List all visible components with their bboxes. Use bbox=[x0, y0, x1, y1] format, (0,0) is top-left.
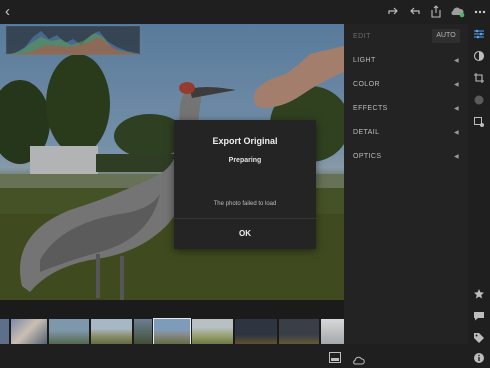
share-icon[interactable] bbox=[429, 5, 443, 18]
section-optics-label: OPTICS bbox=[353, 153, 382, 160]
section-optics[interactable]: OPTICS ◀ bbox=[353, 150, 465, 164]
chevron-left-icon: ◀ bbox=[453, 58, 459, 64]
thumbnail[interactable] bbox=[91, 319, 132, 347]
chevron-left-icon: ◀ bbox=[453, 154, 459, 160]
thumbnail[interactable] bbox=[321, 319, 344, 347]
filmstrip-toggle-icon[interactable] bbox=[329, 350, 341, 363]
sliders-icon[interactable] bbox=[473, 28, 485, 40]
back-chevron-icon[interactable]: ‹ bbox=[5, 3, 10, 21]
edit-panel: EDIT AUTO LIGHT ◀ COLOR ◀ EFFECTS ◀ DETA… bbox=[344, 24, 468, 344]
section-effects-label: EFFECTS bbox=[353, 105, 388, 112]
chevron-left-icon: ◀ bbox=[453, 130, 459, 136]
healing-icon[interactable] bbox=[473, 116, 485, 128]
tag-icon[interactable] bbox=[473, 332, 485, 344]
info-icon[interactable] bbox=[473, 352, 485, 364]
cloud-icon[interactable] bbox=[353, 352, 365, 365]
more-icon[interactable] bbox=[473, 5, 487, 18]
thumbnail[interactable] bbox=[235, 319, 277, 347]
section-light[interactable]: LIGHT ◀ bbox=[353, 54, 465, 68]
chevron-left-icon: ◀ bbox=[453, 82, 459, 88]
filmstrip bbox=[0, 300, 344, 348]
thumbnail[interactable] bbox=[134, 319, 152, 347]
comment-icon[interactable] bbox=[473, 310, 485, 322]
thumbnail[interactable] bbox=[11, 319, 47, 347]
selective-icon[interactable] bbox=[473, 94, 485, 106]
top-toolbar: ‹ bbox=[0, 0, 490, 24]
ok-button[interactable]: OK bbox=[174, 219, 316, 249]
section-detail[interactable]: DETAIL ◀ bbox=[353, 126, 465, 140]
star-icon[interactable] bbox=[473, 288, 485, 300]
right-icon-rail bbox=[468, 24, 490, 368]
section-light-label: LIGHT bbox=[353, 57, 376, 64]
dialog-title: Export Original bbox=[212, 136, 278, 146]
dialog-status: Preparing bbox=[228, 157, 262, 164]
export-dialog: Export Original Preparing The photo fail… bbox=[174, 120, 316, 249]
section-color-label: COLOR bbox=[353, 81, 380, 88]
auto-button[interactable]: AUTO bbox=[432, 29, 460, 43]
redo-icon[interactable] bbox=[386, 5, 400, 18]
chevron-left-icon: ◀ bbox=[453, 106, 459, 112]
edit-panel-label: EDIT bbox=[353, 33, 371, 40]
thumbnail[interactable] bbox=[192, 319, 233, 347]
bottom-bar bbox=[0, 344, 468, 368]
dialog-message: The photo failed to load bbox=[213, 201, 277, 207]
presets-icon[interactable] bbox=[473, 50, 485, 62]
thumbnail[interactable] bbox=[279, 319, 319, 347]
thumbnail[interactable] bbox=[0, 319, 9, 347]
thumbnail[interactable] bbox=[49, 319, 89, 347]
thumbnail-selected[interactable] bbox=[153, 318, 191, 348]
section-detail-label: DETAIL bbox=[353, 129, 380, 136]
cloud-sync-icon[interactable] bbox=[451, 5, 465, 18]
section-effects[interactable]: EFFECTS ◀ bbox=[353, 102, 465, 116]
undo-icon[interactable] bbox=[408, 5, 422, 18]
section-color[interactable]: COLOR ◀ bbox=[353, 78, 465, 92]
crop-icon[interactable] bbox=[473, 72, 485, 84]
